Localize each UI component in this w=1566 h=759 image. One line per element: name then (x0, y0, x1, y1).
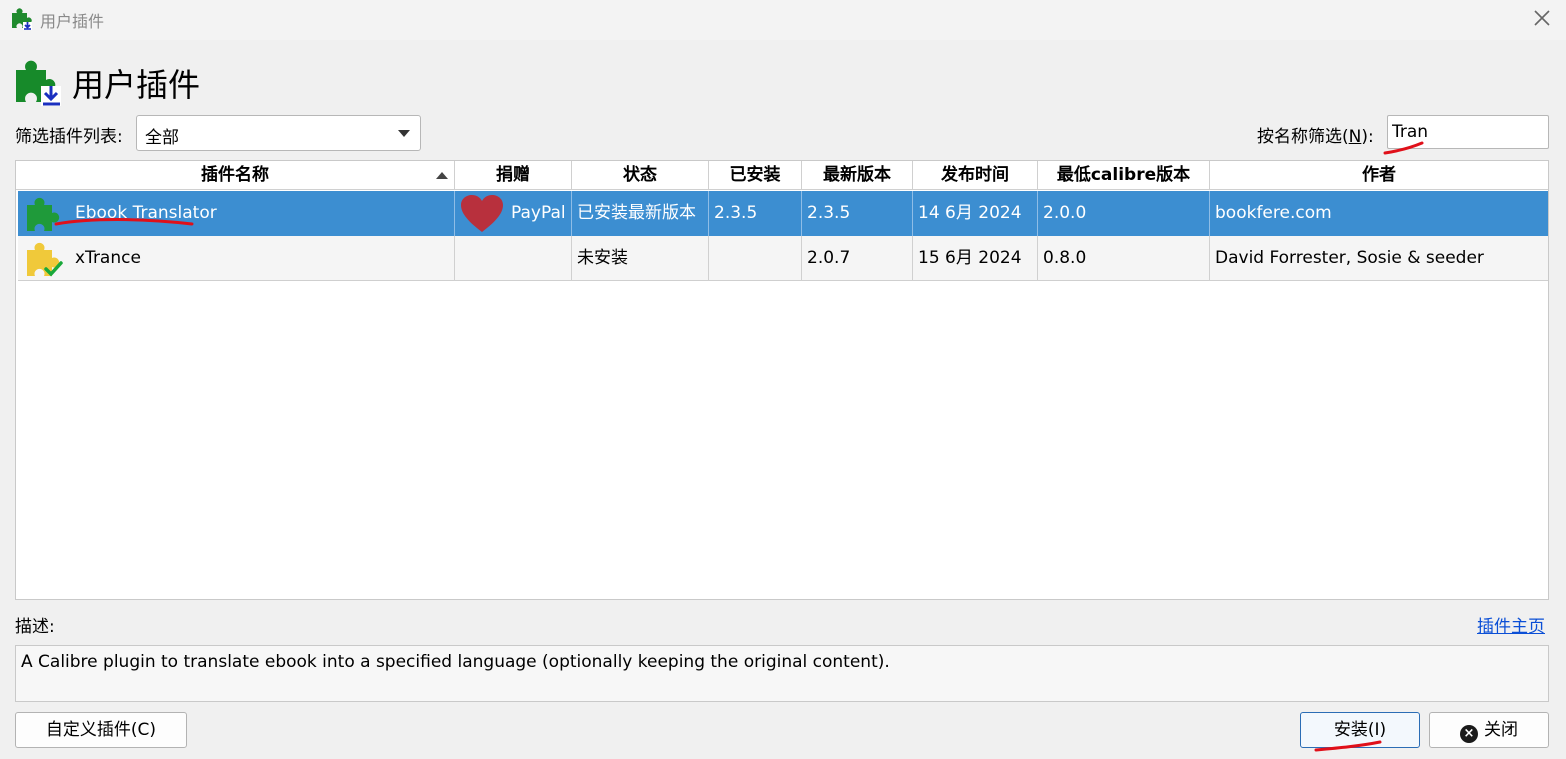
window-title: 用户插件 (40, 12, 105, 31)
puzzle-download-icon (16, 60, 61, 106)
author-cell: bookfere.com (1215, 203, 1332, 223)
close-button[interactable]: × 关闭 (1429, 712, 1549, 748)
column-header-author[interactable]: 作者 (1210, 161, 1548, 190)
description-label: 描述: (15, 617, 55, 637)
donate-cell[interactable]: PayPal (455, 191, 572, 236)
column-header-released[interactable]: 发布时间 (913, 161, 1038, 190)
column-header-installed[interactable]: 已安装 (709, 161, 802, 190)
customize-plugin-button[interactable]: 自定义插件(C) (15, 712, 187, 748)
sort-ascending-icon (436, 172, 448, 179)
plugin-name: xTrance (75, 248, 141, 268)
puzzle-green-icon (27, 197, 60, 231)
puzzle-app-icon (12, 8, 32, 30)
plugin-name-cell: xTrance (18, 236, 455, 281)
title-bar: 用户插件 (0, 0, 1566, 40)
column-header-min-calibre[interactable]: 最低calibre版本 (1038, 161, 1210, 190)
filter-combobox[interactable]: 全部 (136, 115, 421, 151)
latest-version-cell: 2.3.5 (802, 191, 913, 236)
donate-label: PayPal (511, 203, 566, 223)
heart-icon (461, 195, 503, 232)
column-header-name[interactable]: 插件名称 (16, 161, 455, 190)
plugin-homepage-link[interactable]: 插件主页 (1477, 612, 1545, 637)
install-button[interactable]: 安装(I) (1300, 712, 1420, 748)
column-header-status[interactable]: 状态 (572, 161, 709, 190)
status-cell: 已安装最新版本 (572, 191, 709, 236)
latest-version-cell: 2.0.7 (802, 236, 913, 281)
column-header-latest[interactable]: 最新版本 (802, 161, 913, 190)
installed-version-cell (709, 236, 802, 281)
page-title: 用户插件 (72, 66, 201, 104)
plugin-name-cell: Ebook Translator (18, 191, 455, 236)
plugin-table[interactable]: 插件名称 捐赠 状态 已安装 最新版本 发布时间 最低calibre版本 作者 … (15, 160, 1549, 600)
close-button-label: 关闭 (1484, 720, 1518, 740)
chevron-down-icon (398, 130, 410, 137)
released-cell: 14 6月 2024 (913, 191, 1038, 236)
close-icon[interactable] (1529, 5, 1555, 31)
min-calibre-cell: 2.0.0 (1038, 191, 1210, 236)
plugin-name: Ebook Translator (75, 203, 217, 223)
table-row[interactable]: Ebook Translator PayPal 已安装最新版本 2.3.5 2.… (18, 191, 1548, 236)
table-row[interactable]: xTrance 未安装 2.0.7 15 6月 2024 0.8.0 David… (18, 236, 1548, 281)
released-cell: 15 6月 2024 (913, 236, 1038, 281)
column-header-donate[interactable]: 捐赠 (455, 161, 572, 190)
puzzle-yellow-check-icon (27, 242, 63, 277)
close-circle-icon: × (1460, 725, 1478, 743)
filter-selected-value: 全部 (145, 128, 179, 148)
name-filter-input[interactable] (1387, 115, 1549, 149)
author-cell: David Forrester, Sosie & seeder (1215, 248, 1484, 268)
description-text: A Calibre plugin to translate ebook into… (21, 652, 890, 672)
status-cell: 未安装 (572, 236, 709, 281)
name-filter-label: 按名称筛选(N): (1257, 127, 1374, 147)
description-box: A Calibre plugin to translate ebook into… (15, 645, 1549, 702)
donate-cell (455, 236, 572, 281)
table-header: 插件名称 捐赠 状态 已安装 最新版本 发布时间 最低calibre版本 作者 (16, 161, 1548, 190)
min-calibre-cell: 0.8.0 (1038, 236, 1210, 281)
filter-label: 筛选插件列表: (15, 127, 123, 147)
installed-version-cell: 2.3.5 (709, 191, 802, 236)
